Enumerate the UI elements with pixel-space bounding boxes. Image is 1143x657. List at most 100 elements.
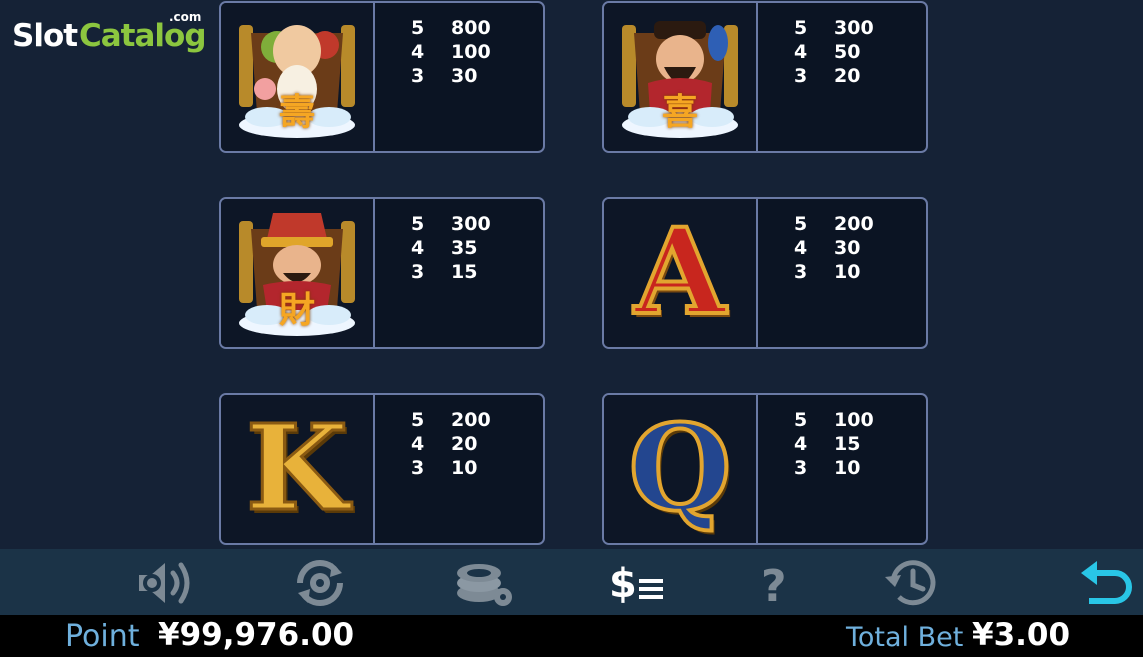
history-button[interactable] — [878, 555, 948, 611]
payout-row: 4 100 — [411, 41, 491, 65]
payout-row: 5 200 — [411, 409, 491, 433]
payout-value: 10 — [834, 457, 861, 479]
payout-value: 10 — [834, 261, 861, 283]
total-bet-value: ¥3.00 — [972, 617, 1071, 653]
logo-word-slot: Slot — [12, 18, 78, 54]
payout-row: 5 300 — [794, 17, 874, 41]
sound-icon — [139, 562, 190, 604]
payout-value: 30 — [834, 237, 861, 259]
match-count: 4 — [794, 41, 808, 63]
symbol-glyph: Q — [627, 398, 734, 537]
payout-list: 5 300 4 50 3 20 — [794, 17, 874, 89]
game-toolbar: $ ? — [0, 549, 1143, 615]
payout-list: 5 200 4 30 3 10 — [794, 213, 874, 285]
payout-value: 200 — [834, 213, 874, 235]
payout-value: 20 — [451, 433, 478, 455]
point-label: Point — [65, 619, 140, 654]
payout-row: 3 20 — [794, 65, 874, 89]
match-count: 5 — [794, 213, 808, 235]
paytable-card-k: K 5 200 4 20 3 10 — [219, 393, 545, 545]
symbol-glyph: 財 — [278, 289, 315, 331]
payout-value: 300 — [834, 17, 874, 39]
bet-chips-button[interactable] — [448, 555, 518, 611]
paytable-card-happiness: 喜 5 300 4 50 3 20 — [602, 1, 928, 153]
match-count: 4 — [411, 41, 425, 63]
payout-list: 5 200 4 20 3 10 — [411, 409, 491, 481]
help-icon: ? — [761, 561, 787, 609]
match-count: 4 — [794, 433, 808, 455]
payout-list: 5 800 4 100 3 30 — [411, 17, 491, 89]
payout-row: 4 15 — [794, 433, 874, 457]
bet-chips-icon — [457, 564, 512, 606]
svg-text:$: $ — [609, 561, 637, 607]
point-value: ¥99,976.00 — [158, 617, 355, 653]
payout-value: 800 — [451, 17, 491, 39]
help-button[interactable]: ? — [740, 555, 810, 611]
match-count: 3 — [794, 261, 808, 283]
payout-value: 10 — [451, 457, 478, 479]
match-count: 3 — [794, 457, 808, 479]
payout-value: 100 — [834, 409, 874, 431]
back-icon — [1081, 561, 1132, 604]
payout-row: 3 10 — [794, 457, 874, 481]
payout-value: 200 — [451, 409, 491, 431]
letter-a-symbol: A — [604, 199, 758, 347]
longevity-god-symbol: 壽 — [221, 3, 375, 151]
match-count: 5 — [411, 17, 425, 39]
letter-q-symbol: Q — [604, 395, 758, 543]
autospin-button[interactable] — [285, 555, 355, 611]
match-count: 4 — [411, 237, 425, 259]
payout-value: 15 — [834, 433, 861, 455]
paytable-card-wealth: 財 5 300 4 35 3 15 — [219, 197, 545, 349]
match-count: 3 — [794, 65, 808, 87]
payout-row: 5 100 — [794, 409, 874, 433]
payout-list: 5 300 4 35 3 15 — [411, 213, 491, 285]
payout-value: 20 — [834, 65, 861, 87]
payout-value: 100 — [451, 41, 491, 63]
payout-value: 15 — [451, 261, 478, 283]
paytable-card-q: Q 5 100 4 15 3 10 — [602, 393, 928, 545]
symbol-glyph: 喜 — [661, 91, 698, 133]
match-count: 3 — [411, 65, 425, 87]
payout-row: 4 35 — [411, 237, 491, 261]
match-count: 3 — [411, 457, 425, 479]
payout-row: 3 15 — [411, 261, 491, 285]
total-bet-label: Total Bet — [846, 622, 964, 653]
payout-row: 5 800 — [411, 17, 491, 41]
payout-value: 35 — [451, 237, 478, 259]
payout-row: 4 20 — [411, 433, 491, 457]
payout-row: 5 200 — [794, 213, 874, 237]
paytable-button[interactable]: $ — [602, 555, 672, 611]
autospin-icon — [297, 560, 343, 606]
payout-value: 50 — [834, 41, 861, 63]
payout-value: 300 — [451, 213, 491, 235]
payout-value: 30 — [451, 65, 478, 87]
letter-k-symbol: K — [221, 395, 375, 543]
payout-row: 4 30 — [794, 237, 874, 261]
logo-suffix: .com — [169, 10, 202, 24]
symbol-glyph: K — [244, 398, 350, 537]
match-count: 4 — [411, 433, 425, 455]
svg-text:?: ? — [761, 561, 787, 609]
match-count: 5 — [794, 17, 808, 39]
payout-row: 3 10 — [794, 261, 874, 285]
payout-row: 5 300 — [411, 213, 491, 237]
payout-row: 4 50 — [794, 41, 874, 65]
happiness-god-symbol: 喜 — [604, 3, 758, 151]
paytable-card-a: A 5 200 4 30 3 10 — [602, 197, 928, 349]
match-count: 5 — [411, 213, 425, 235]
match-count: 3 — [411, 261, 425, 283]
paytable-card-longevity: 壽 5 800 4 100 3 30 — [219, 1, 545, 153]
symbol-glyph: A — [632, 202, 728, 341]
payout-row: 3 30 — [411, 65, 491, 89]
balance-bar: Point ¥99,976.00 Total Bet ¥3.00 — [0, 615, 1143, 657]
wealth-god-symbol: 財 — [221, 199, 375, 347]
symbol-glyph: 壽 — [278, 91, 315, 133]
match-count: 4 — [794, 237, 808, 259]
sound-button[interactable] — [128, 555, 198, 611]
back-button[interactable] — [1070, 555, 1140, 611]
payout-row: 3 10 — [411, 457, 491, 481]
match-count: 5 — [794, 409, 808, 431]
match-count: 5 — [411, 409, 425, 431]
paytable-icon: $ — [609, 561, 663, 607]
